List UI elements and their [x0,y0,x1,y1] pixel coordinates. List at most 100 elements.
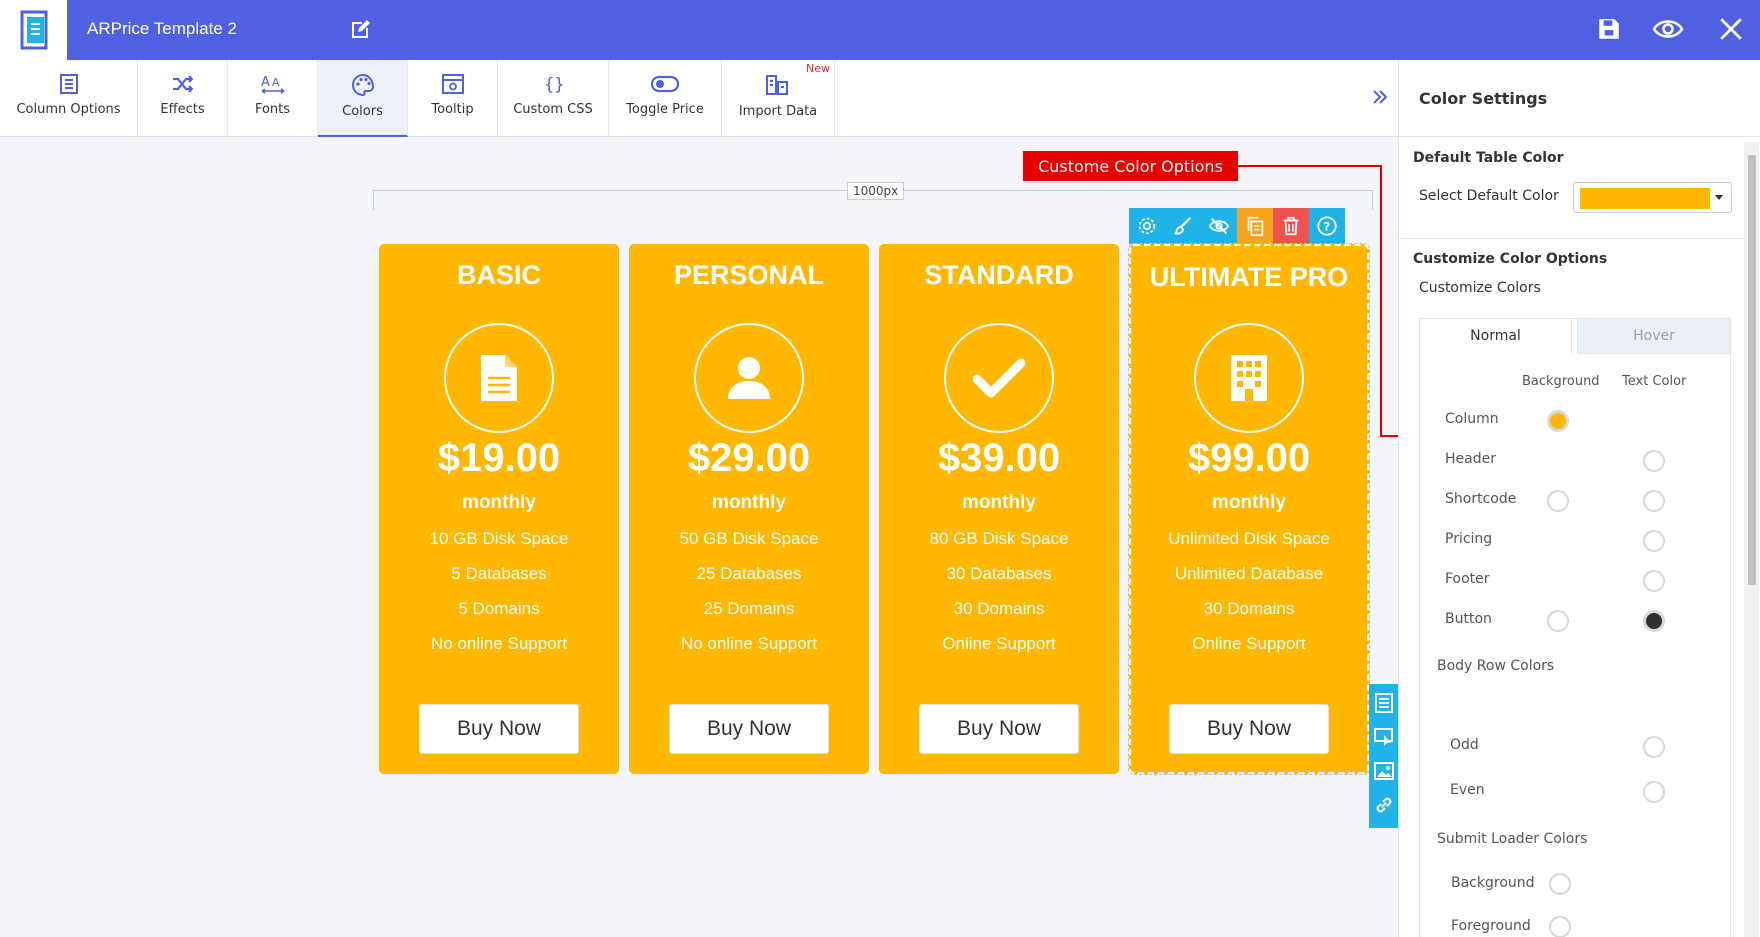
save-icon[interactable] [1596,16,1622,46]
callout-line [1380,165,1382,437]
even-row-text-color[interactable] [1643,781,1665,803]
card-period: monthly [962,492,1036,513]
buy-now-button[interactable]: Buy Now [419,704,579,754]
shortcode-text-color[interactable] [1643,490,1665,512]
row-label-shortcode: Shortcode [1445,491,1517,507]
hide-eye-icon[interactable] [1201,208,1237,244]
tool-tooltip[interactable]: Tooltip [408,60,498,137]
tool-fonts[interactable]: AA Fonts [228,60,318,137]
help-icon[interactable]: ? [1309,208,1345,244]
new-badge: New [806,62,830,75]
buy-now-button[interactable]: Buy Now [669,704,829,754]
duplicate-icon[interactable] [1237,208,1273,244]
scrollbar-thumb[interactable] [1748,155,1756,585]
delete-trash-icon[interactable] [1273,208,1309,244]
user-icon [728,357,770,399]
loader-background-color[interactable] [1549,873,1571,895]
tool-label: Custom CSS [513,102,593,117]
default-color-picker[interactable] [1573,182,1732,213]
settings-gear-icon[interactable] [1129,208,1165,244]
card-feature: Unlimited Disk Space [1168,529,1330,548]
document-icon [481,355,517,401]
tab-hover[interactable]: Hover [1577,318,1731,354]
buy-now-button[interactable]: Buy Now [919,704,1079,754]
import-data-icon [766,75,788,95]
card-period: monthly [712,492,786,513]
card-feature: 25 Domains [703,599,795,618]
preview-eye-icon[interactable] [1652,16,1684,46]
collapse-panel-button[interactable] [1362,72,1398,122]
card-feature: No online Support [680,634,818,653]
tool-label: Fonts [254,102,291,117]
tool-import-data[interactable]: New Import Data [722,60,835,137]
panel-header: Color Settings [1399,60,1760,137]
tool-label: Column Options [16,102,121,117]
color-settings-panel: Color Settings Default Table Color Selec… [1398,60,1760,937]
pricing-card-basic[interactable]: BASIC $19.00 monthly 10 GB Disk Space 5 … [379,244,619,774]
loader-foreground-color[interactable] [1549,916,1571,937]
link-icon[interactable] [1373,794,1395,820]
edit-title-icon[interactable] [348,18,372,46]
app-title: ARPrice Template 2 [87,19,237,38]
button-insert-icon[interactable] [1373,726,1395,752]
card-price: $19.00 [437,436,561,480]
card-feature: 10 GB Disk Space [429,529,569,548]
row-label-footer: Footer [1445,571,1490,587]
row-label-button: Button [1445,611,1492,627]
button-text-color[interactable] [1643,610,1665,632]
svg-text:A: A [272,76,280,89]
tool-label: Effects [160,102,205,117]
tool-colors[interactable]: Colors [318,60,408,137]
card-feature: 80 GB Disk Space [929,529,1069,548]
pricing-text-color[interactable] [1643,530,1665,552]
card-feature: 5 Domains [458,599,540,618]
customize-color-options-heading: Customize Color Options [1413,251,1608,267]
ruler-label: 1000px [847,182,905,200]
fonts-icon: AA [261,75,284,94]
card-feature: 50 GB Disk Space [679,529,819,548]
card-title: PERSONAL [673,260,825,290]
text-block-icon[interactable] [1374,692,1394,718]
tool-label: Import Data [738,104,818,119]
header-text-color[interactable] [1643,450,1665,472]
button-background-color[interactable] [1547,610,1569,632]
divider [1399,238,1744,239]
card-feature: 30 Domains [1203,599,1295,618]
card-feature: 25 Databases [696,564,802,583]
tab-normal[interactable]: Normal [1419,318,1572,354]
svg-text:{}: {} [544,75,564,95]
pricing-card-standard[interactable]: STANDARD $39.00 monthly 80 GB Disk Space… [879,244,1119,774]
toggle-icon [650,75,680,93]
close-icon[interactable] [1718,16,1744,46]
shortcode-background-color[interactable] [1547,490,1569,512]
tool-effects[interactable]: Effects [138,60,228,137]
double-chevron-right-icon [1373,90,1388,104]
card-icon-circle [694,323,804,433]
column-background-color[interactable] [1547,410,1569,432]
tool-custom-css[interactable]: {} Custom CSS [498,60,609,137]
row-label-even: Even [1450,782,1485,798]
tooltip-icon [441,74,464,94]
select-default-color-label: Select Default Color [1419,188,1559,204]
checkmark-icon [973,358,1025,398]
card-feature: No online Support [430,634,568,653]
customize-colors-label: Customize Colors [1419,280,1541,296]
buy-now-button[interactable]: Buy Now [1169,704,1329,754]
palette-icon [351,73,374,97]
top-bar: ARPrice Template 2 [0,0,1760,60]
footer-text-color[interactable] [1643,570,1665,592]
image-icon[interactable] [1373,760,1395,786]
row-label-pricing: Pricing [1445,531,1493,547]
pricing-card-ultimate-pro[interactable]: ULTIMATE PRO $99.00 monthly Unlimited Di… [1128,243,1370,775]
tool-toggle-price[interactable]: Toggle Price [609,60,722,137]
logo-icon [20,10,47,50]
brush-icon[interactable] [1165,208,1201,244]
default-table-color-heading: Default Table Color [1413,150,1564,166]
custom-color-callout: Custome Color Options [1023,151,1238,181]
pricing-card-personal[interactable]: PERSONAL $29.00 monthly 50 GB Disk Space… [629,244,869,774]
odd-row-text-color[interactable] [1643,736,1665,758]
card-title: STANDARD [924,260,1074,290]
caret-down-icon [1715,195,1723,200]
tool-column-options[interactable]: Column Options [0,60,138,137]
card-feature: Online Support [1192,634,1306,653]
